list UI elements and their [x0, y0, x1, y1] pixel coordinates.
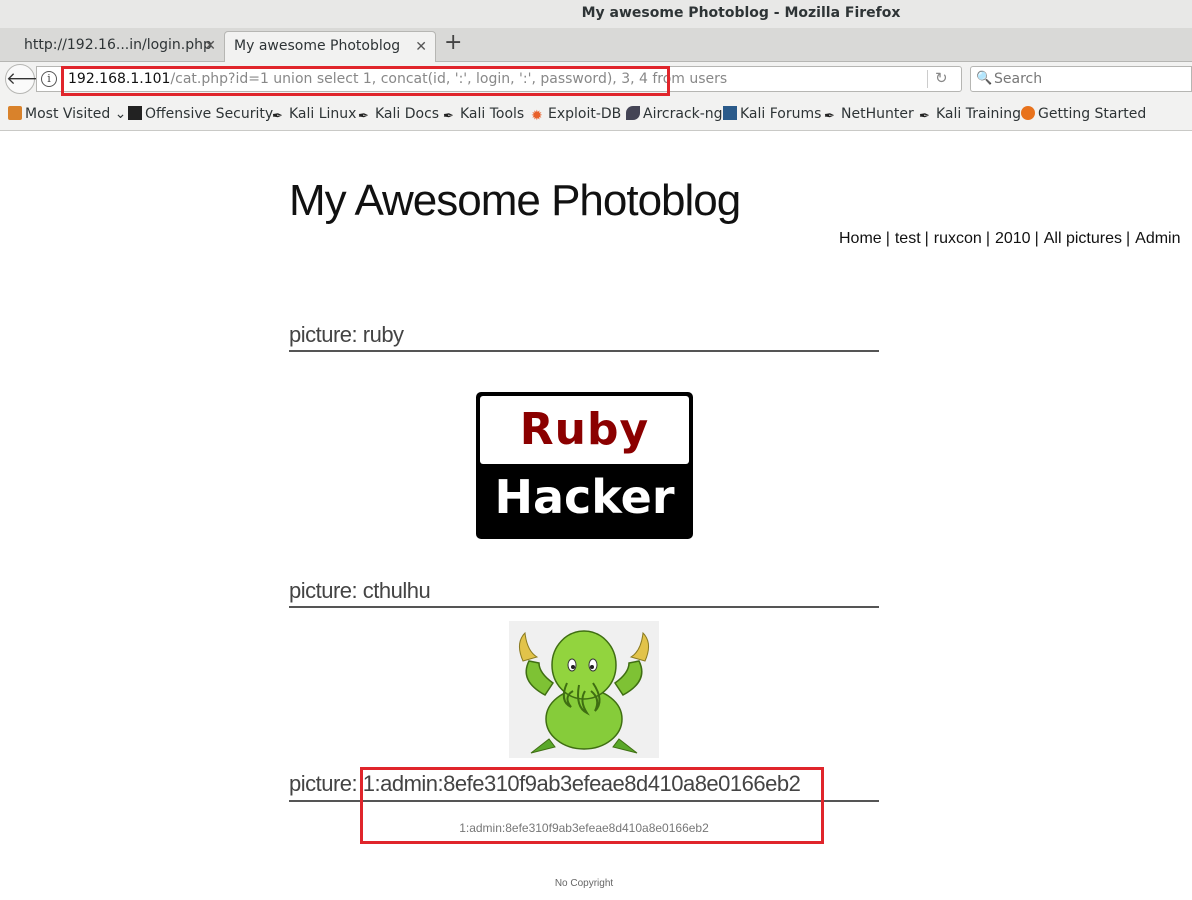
reload-icon[interactable]: ↻ [935, 69, 948, 87]
bookmarks-toolbar: Most Visited ⌄ Offensive Security ✒ Kali … [0, 98, 1192, 131]
bookmark-kali-forums[interactable]: Kali Forums [723, 106, 821, 122]
nav-separator: | [985, 230, 990, 247]
bookmark-kali-training[interactable]: ✒ Kali Training [919, 106, 1021, 124]
nav-link-test[interactable]: test [895, 230, 921, 247]
kali-icon: ✒ [272, 109, 283, 124]
window-title: My awesome Photoblog - Mozilla Firefox [581, 5, 901, 21]
tab-bar: http://192.16...in/login.php ✕ My awesom… [0, 28, 1192, 62]
bookmark-label: Offensive Security [145, 106, 274, 122]
picture-heading: picture: cthulhu [289, 578, 879, 608]
nav-separator: | [1034, 230, 1039, 247]
result-highlight-box [360, 767, 824, 844]
cthulhu-illustration [509, 621, 659, 758]
bookmark-label: Getting Started [1038, 106, 1147, 122]
ruby-image-text: Ruby [519, 404, 650, 455]
folder-icon [8, 106, 22, 120]
site-title: My Awesome Photoblog [289, 176, 741, 225]
footer-text: No Copyright [554, 878, 614, 889]
picture-heading: picture: ruby [289, 322, 879, 352]
nav-link-ruxcon[interactable]: ruxcon [934, 230, 982, 247]
nav-link-admin[interactable]: Admin [1135, 230, 1180, 247]
nav-link-all-pictures[interactable]: All pictures [1044, 230, 1122, 247]
bookmark-offensive-security[interactable]: Offensive Security [128, 106, 273, 122]
window-titlebar: My awesome Photoblog - Mozilla Firefox [0, 0, 1192, 28]
bookmark-kali-tools[interactable]: ✒ Kali Tools [443, 106, 525, 124]
offsec-icon [128, 106, 142, 120]
bookmark-label: Most Visited [25, 106, 111, 122]
url-divider [927, 70, 928, 88]
info-icon[interactable]: i [41, 71, 57, 87]
forums-icon [723, 106, 737, 120]
nav-separator: | [924, 230, 929, 247]
nav-link-2010[interactable]: 2010 [995, 230, 1031, 247]
firefox-icon [1021, 106, 1035, 120]
bookmark-label: Exploit-DB [548, 106, 622, 122]
bookmark-exploit-db[interactable]: ✹ Exploit-DB [531, 106, 622, 124]
bookmark-label: Kali Forums [740, 106, 822, 122]
bookmark-label: Aircrack-ng [643, 106, 723, 122]
exploitdb-icon: ✹ [531, 108, 543, 124]
close-tab-icon[interactable]: ✕ [204, 38, 216, 54]
tab-login[interactable]: http://192.16...in/login.php ✕ [10, 31, 224, 62]
tab-label: My awesome Photoblog [234, 38, 401, 54]
bookmark-aircrack-ng[interactable]: Aircrack-ng [626, 106, 723, 122]
bookmark-nethunter[interactable]: ✒ NetHunter [824, 106, 914, 124]
ruby-image-top: Ruby [480, 396, 689, 464]
bookmark-label: NetHunter [841, 106, 914, 122]
url-highlight-box [61, 66, 670, 96]
nav-separator: | [885, 230, 890, 247]
nav-link-home[interactable]: Home [839, 230, 882, 247]
tab-label: http://192.16...in/login.php [24, 37, 212, 53]
kali-icon: ✒ [824, 109, 835, 124]
bookmark-most-visited[interactable]: Most Visited ⌄ [8, 106, 126, 122]
search-input[interactable]: 🔍 Search [970, 66, 1192, 92]
kali-icon: ✒ [358, 109, 369, 124]
bookmark-label: Kali Tools [460, 106, 525, 122]
search-placeholder: Search [994, 71, 1043, 87]
search-icon: 🔍 [976, 71, 993, 86]
bookmark-kali-docs[interactable]: ✒ Kali Docs [358, 106, 440, 124]
tab-photoblog[interactable]: My awesome Photoblog ✕ [224, 31, 436, 62]
kali-icon: ✒ [919, 109, 930, 124]
back-button[interactable]: 🡐 [5, 64, 52, 94]
site-nav: Home | test | ruxcon | 2010 | All pictures | Admin [839, 230, 1181, 248]
kali-icon: ✒ [443, 109, 454, 124]
bookmark-label: Kali Linux [289, 106, 357, 122]
nav-separator: | [1125, 230, 1131, 247]
aircrack-icon [626, 106, 640, 120]
close-tab-icon[interactable]: ✕ [415, 39, 427, 55]
bookmark-getting-started[interactable]: Getting Started [1021, 106, 1146, 122]
hacker-image-text: Hacker [494, 470, 675, 524]
ruby-hacker-image[interactable]: Ruby Hacker [476, 392, 693, 539]
bookmark-kali-linux[interactable]: ✒ Kali Linux [272, 106, 357, 124]
cthulhu-image[interactable] [509, 621, 659, 758]
bookmark-label: Kali Docs [375, 106, 440, 122]
bookmark-label: Kali Training [936, 106, 1021, 122]
new-tab-button[interactable]: + [444, 30, 462, 55]
chevron-down-icon: ⌄ [110, 106, 127, 122]
picture-heading-prefix: picture: [289, 771, 363, 796]
